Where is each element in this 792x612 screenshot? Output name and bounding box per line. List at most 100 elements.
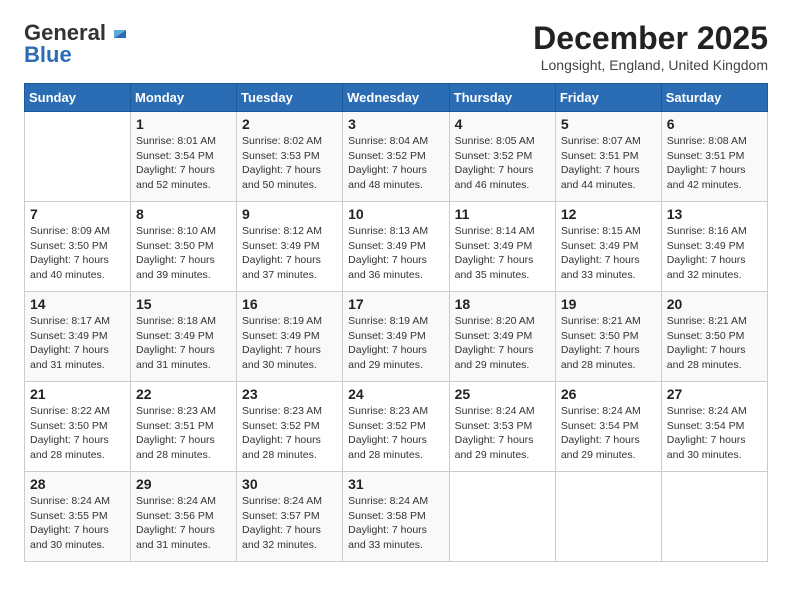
day-number: 17	[348, 296, 443, 312]
day-number: 11	[455, 206, 550, 222]
cell-info: Sunrise: 8:24 AMSunset: 3:55 PMDaylight:…	[30, 494, 125, 553]
day-number: 19	[561, 296, 656, 312]
day-header-monday: Monday	[131, 84, 237, 112]
calendar-cell: 16 Sunrise: 8:19 AMSunset: 3:49 PMDayligh…	[237, 292, 343, 382]
calendar-cell: 12 Sunrise: 8:15 AMSunset: 3:49 PMDayligh…	[555, 202, 661, 292]
day-number: 29	[136, 476, 231, 492]
calendar-cell: 30 Sunrise: 8:24 AMSunset: 3:57 PMDayligh…	[237, 472, 343, 562]
day-number: 18	[455, 296, 550, 312]
calendar-cell: 9 Sunrise: 8:12 AMSunset: 3:49 PMDaylight…	[237, 202, 343, 292]
calendar-cell: 29 Sunrise: 8:24 AMSunset: 3:56 PMDayligh…	[131, 472, 237, 562]
month-title: December 2025	[533, 20, 768, 57]
cell-info: Sunrise: 8:07 AMSunset: 3:51 PMDaylight:…	[561, 134, 656, 193]
calendar-cell: 10Sunrise: 8:13 AMSunset: 3:49 PMDayligh…	[343, 202, 449, 292]
day-number: 25	[455, 386, 550, 402]
cell-info: Sunrise: 8:08 AMSunset: 3:51 PMDaylight:…	[667, 134, 762, 193]
calendar-cell: 20Sunrise: 8:21 AMSunset: 3:50 PMDayligh…	[661, 292, 767, 382]
calendar-cell: 15 Sunrise: 8:18 AMSunset: 3:49 PMDayligh…	[131, 292, 237, 382]
day-number: 5	[561, 116, 656, 132]
calendar-cell: 4Sunrise: 8:05 AMSunset: 3:52 PMDaylight…	[449, 112, 555, 202]
day-number: 27	[667, 386, 762, 402]
calendar-cell: 14 Sunrise: 8:17 AMSunset: 3:49 PMDayligh…	[25, 292, 131, 382]
calendar-cell: 5 Sunrise: 8:07 AMSunset: 3:51 PMDaylight…	[555, 112, 661, 202]
cell-info: Sunrise: 8:12 AMSunset: 3:49 PMDaylight:…	[242, 224, 337, 283]
day-number: 8	[136, 206, 231, 222]
title-block: December 2025 Longsight, England, United…	[533, 20, 768, 73]
logo-icon	[108, 20, 130, 42]
cell-info: Sunrise: 8:01 AMSunset: 3:54 PMDaylight:…	[136, 134, 231, 193]
calendar-cell: 13 Sunrise: 8:16 AMSunset: 3:49 PMDayligh…	[661, 202, 767, 292]
cell-info: Sunrise: 8:17 AMSunset: 3:49 PMDaylight:…	[30, 314, 125, 373]
day-header-wednesday: Wednesday	[343, 84, 449, 112]
day-number: 24	[348, 386, 443, 402]
cell-info: Sunrise: 8:24 AMSunset: 3:54 PMDaylight:…	[667, 404, 762, 463]
calendar-cell: 31 Sunrise: 8:24 AMSunset: 3:58 PMDayligh…	[343, 472, 449, 562]
day-number: 16	[242, 296, 337, 312]
day-number: 13	[667, 206, 762, 222]
calendar-cell: 8 Sunrise: 8:10 AMSunset: 3:50 PMDaylight…	[131, 202, 237, 292]
logo-blue-text: Blue	[24, 42, 72, 68]
cell-info: Sunrise: 8:24 AMSunset: 3:56 PMDaylight:…	[136, 494, 231, 553]
calendar-header-row: SundayMondayTuesdayWednesdayThursdayFrid…	[25, 84, 768, 112]
calendar-cell	[661, 472, 767, 562]
calendar-cell: 11 Sunrise: 8:14 AMSunset: 3:49 PMDayligh…	[449, 202, 555, 292]
cell-info: Sunrise: 8:18 AMSunset: 3:49 PMDaylight:…	[136, 314, 231, 373]
day-number: 22	[136, 386, 231, 402]
calendar-week-row: 1 Sunrise: 8:01 AMSunset: 3:54 PMDaylight…	[25, 112, 768, 202]
logo: General Blue	[24, 20, 130, 68]
cell-info: Sunrise: 8:21 AMSunset: 3:50 PMDaylight:…	[561, 314, 656, 373]
calendar-cell: 19 Sunrise: 8:21 AMSunset: 3:50 PMDayligh…	[555, 292, 661, 382]
day-header-saturday: Saturday	[661, 84, 767, 112]
calendar-cell	[555, 472, 661, 562]
day-number: 28	[30, 476, 125, 492]
day-number: 2	[242, 116, 337, 132]
cell-info: Sunrise: 8:24 AMSunset: 3:53 PMDaylight:…	[455, 404, 550, 463]
day-number: 30	[242, 476, 337, 492]
day-header-friday: Friday	[555, 84, 661, 112]
calendar-week-row: 21Sunrise: 8:22 AMSunset: 3:50 PMDayligh…	[25, 382, 768, 472]
cell-info: Sunrise: 8:10 AMSunset: 3:50 PMDaylight:…	[136, 224, 231, 283]
calendar-cell: 18 Sunrise: 8:20 AMSunset: 3:49 PMDayligh…	[449, 292, 555, 382]
cell-info: Sunrise: 8:09 AMSunset: 3:50 PMDaylight:…	[30, 224, 125, 283]
calendar-cell: 26Sunrise: 8:24 AMSunset: 3:54 PMDayligh…	[555, 382, 661, 472]
day-number: 14	[30, 296, 125, 312]
cell-info: Sunrise: 8:24 AMSunset: 3:54 PMDaylight:…	[561, 404, 656, 463]
calendar-cell	[449, 472, 555, 562]
calendar-cell: 7 Sunrise: 8:09 AMSunset: 3:50 PMDaylight…	[25, 202, 131, 292]
day-number: 7	[30, 206, 125, 222]
calendar-week-row: 28 Sunrise: 8:24 AMSunset: 3:55 PMDayligh…	[25, 472, 768, 562]
cell-info: Sunrise: 8:19 AMSunset: 3:49 PMDaylight:…	[348, 314, 443, 373]
day-number: 1	[136, 116, 231, 132]
calendar-cell	[25, 112, 131, 202]
day-number: 21	[30, 386, 125, 402]
calendar-week-row: 14 Sunrise: 8:17 AMSunset: 3:49 PMDayligh…	[25, 292, 768, 382]
day-number: 3	[348, 116, 443, 132]
calendar-cell: 25 Sunrise: 8:24 AMSunset: 3:53 PMDayligh…	[449, 382, 555, 472]
day-number: 10	[348, 206, 443, 222]
calendar-cell: 28 Sunrise: 8:24 AMSunset: 3:55 PMDayligh…	[25, 472, 131, 562]
calendar-cell: 22 Sunrise: 8:23 AMSunset: 3:51 PMDayligh…	[131, 382, 237, 472]
cell-info: Sunrise: 8:24 AMSunset: 3:57 PMDaylight:…	[242, 494, 337, 553]
day-number: 9	[242, 206, 337, 222]
cell-info: Sunrise: 8:24 AMSunset: 3:58 PMDaylight:…	[348, 494, 443, 553]
calendar-week-row: 7 Sunrise: 8:09 AMSunset: 3:50 PMDaylight…	[25, 202, 768, 292]
location: Longsight, England, United Kingdom	[533, 57, 768, 73]
cell-info: Sunrise: 8:23 AMSunset: 3:51 PMDaylight:…	[136, 404, 231, 463]
day-number: 31	[348, 476, 443, 492]
cell-info: Sunrise: 8:21 AMSunset: 3:50 PMDaylight:…	[667, 314, 762, 373]
calendar-cell: 2Sunrise: 8:02 AMSunset: 3:53 PMDaylight…	[237, 112, 343, 202]
cell-info: Sunrise: 8:20 AMSunset: 3:49 PMDaylight:…	[455, 314, 550, 373]
day-number: 15	[136, 296, 231, 312]
calendar-cell: 17 Sunrise: 8:19 AMSunset: 3:49 PMDayligh…	[343, 292, 449, 382]
cell-info: Sunrise: 8:15 AMSunset: 3:49 PMDaylight:…	[561, 224, 656, 283]
cell-info: Sunrise: 8:14 AMSunset: 3:49 PMDaylight:…	[455, 224, 550, 283]
cell-info: Sunrise: 8:23 AMSunset: 3:52 PMDaylight:…	[242, 404, 337, 463]
cell-info: Sunrise: 8:19 AMSunset: 3:49 PMDaylight:…	[242, 314, 337, 373]
cell-info: Sunrise: 8:16 AMSunset: 3:49 PMDaylight:…	[667, 224, 762, 283]
day-number: 23	[242, 386, 337, 402]
day-header-tuesday: Tuesday	[237, 84, 343, 112]
calendar-cell: 3Sunrise: 8:04 AMSunset: 3:52 PMDaylight…	[343, 112, 449, 202]
day-number: 12	[561, 206, 656, 222]
calendar-cell: 27 Sunrise: 8:24 AMSunset: 3:54 PMDayligh…	[661, 382, 767, 472]
day-header-sunday: Sunday	[25, 84, 131, 112]
